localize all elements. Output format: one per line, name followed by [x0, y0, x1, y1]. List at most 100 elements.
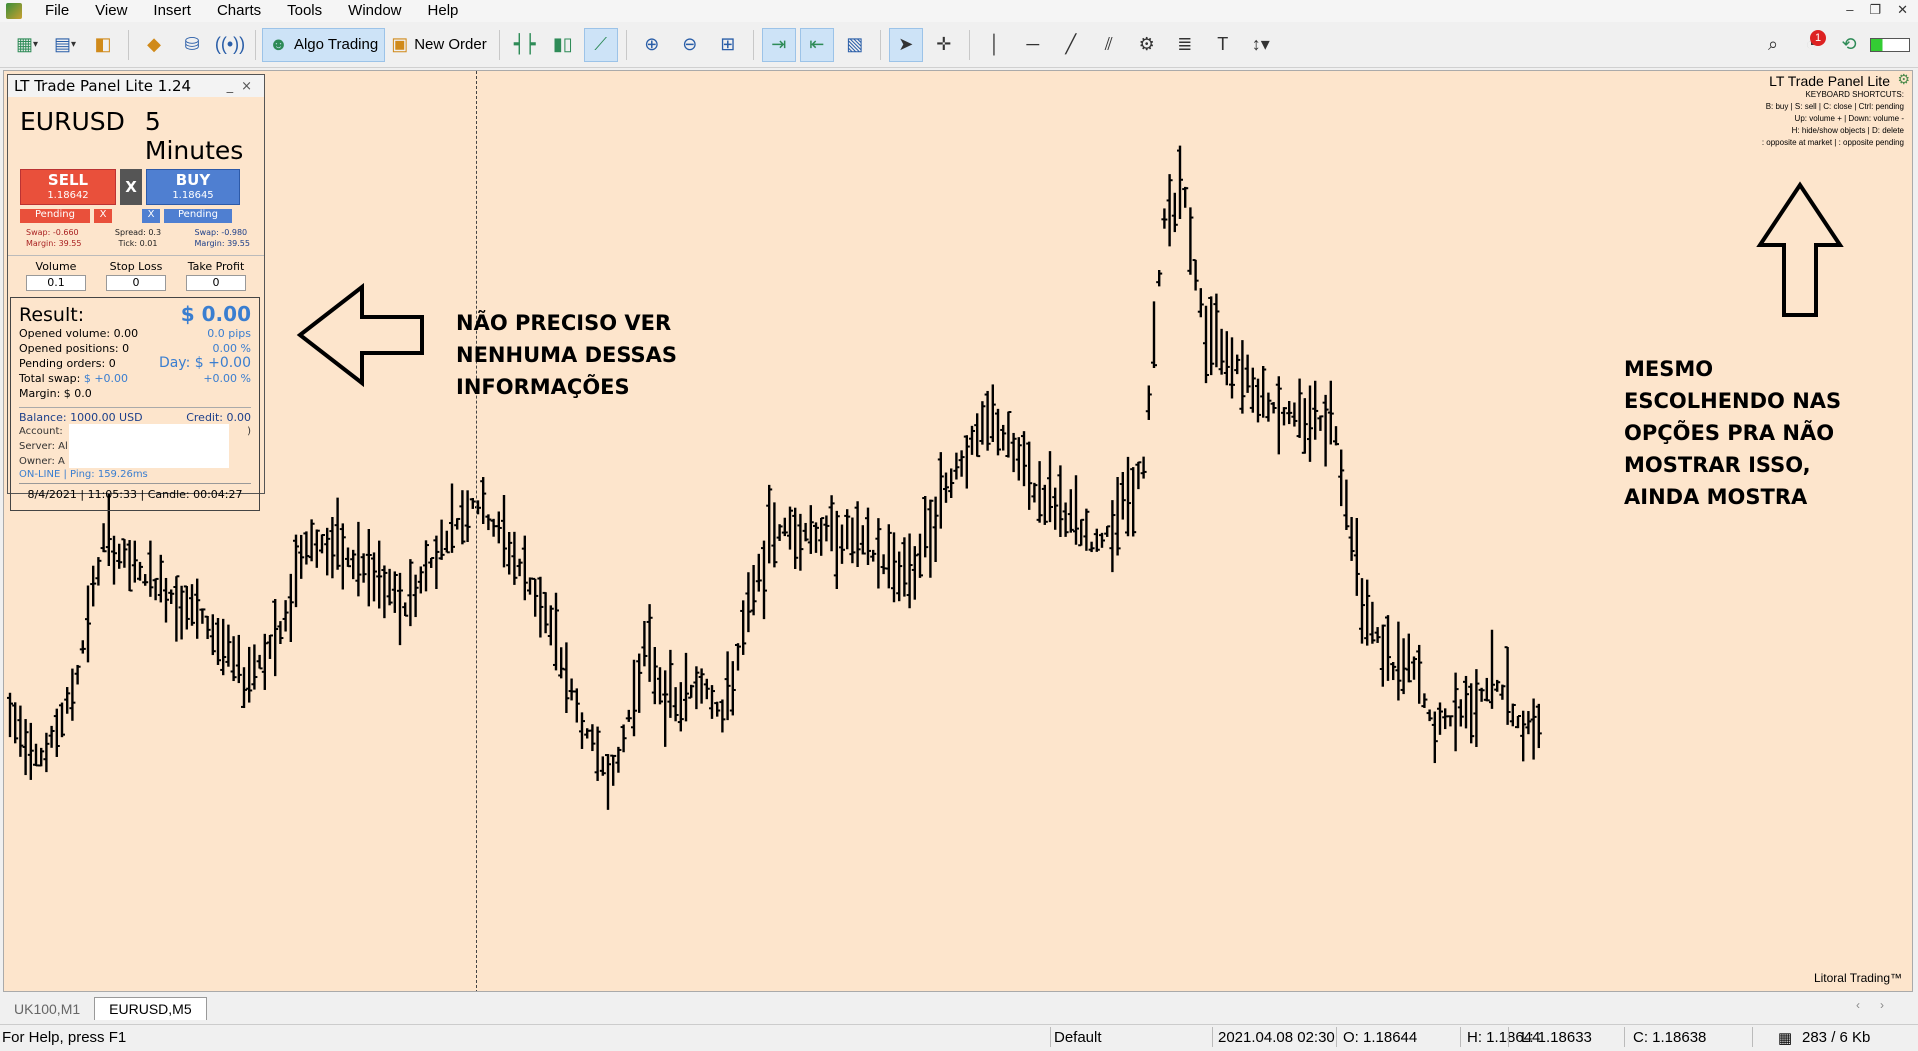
menu-window[interactable]: Window: [337, 0, 416, 22]
ohlc-bar: [807, 505, 814, 554]
data-window-icon[interactable]: ⛁: [175, 28, 209, 62]
strategy-tester-icon[interactable]: ◆: [137, 28, 171, 62]
pending-buy-button[interactable]: Pending: [164, 209, 232, 223]
ohlc-bar: [313, 529, 320, 568]
ohlc-bar: [131, 540, 138, 583]
ohlc-bar: [490, 518, 497, 537]
tab-uk100[interactable]: UK100,M1: [0, 998, 94, 1020]
right-annotation: MESMO ESCOLHENDO NAS OPÇÕES PRA NÃO MOST…: [1624, 353, 1841, 513]
cancel-sell-pending-button[interactable]: X: [94, 209, 112, 223]
price-chart[interactable]: LT Trade Panel Lite 1.24 _× EURUSD 5 Min…: [3, 70, 1913, 992]
menu-help[interactable]: Help: [417, 0, 474, 22]
autoscroll-icon[interactable]: ⇥: [761, 27, 796, 62]
templates-icon[interactable]: ▧: [838, 28, 872, 62]
bar-chart-icon[interactable]: ┥┝: [508, 28, 542, 62]
ohlc-bar: [376, 540, 383, 609]
menu-insert[interactable]: Insert: [142, 0, 206, 22]
algo-trading-button[interactable]: ☻ Algo Trading: [262, 27, 386, 62]
algo-trading-label: Algo Trading: [293, 36, 379, 53]
takeprofit-input[interactable]: 0: [186, 275, 246, 291]
crosshair-icon[interactable]: ✛: [927, 28, 961, 62]
ohlc-bar: [350, 549, 357, 580]
ohlc-bar: [605, 754, 611, 810]
ohlc-bar: [1525, 711, 1532, 735]
restore-icon[interactable]: ❐: [1869, 2, 1881, 18]
chart-shift-icon[interactable]: ⇤: [799, 27, 834, 62]
ohlc-bar: [501, 494, 507, 568]
close-icon[interactable]: ✕: [1897, 2, 1908, 18]
tick-value: Tick: 0.01: [118, 239, 158, 248]
fibonacci-icon[interactable]: ⚙: [1130, 28, 1164, 62]
new-order-button[interactable]: ▣ New Order: [385, 28, 493, 62]
cancel-buy-pending-button[interactable]: X: [142, 209, 160, 223]
candlestick-icon[interactable]: ▮▯: [546, 28, 580, 62]
ohlc-bar: [1177, 145, 1183, 220]
ohlc-bar: [750, 565, 757, 616]
ohlc-bar: [1203, 305, 1209, 384]
ohlc-bar: [906, 533, 913, 609]
panel-minimize-icon[interactable]: _: [227, 79, 242, 94]
fibo-fan-icon[interactable]: ≣: [1168, 28, 1202, 62]
tab-prev-icon[interactable]: ‹: [1856, 998, 1880, 1012]
line-chart-icon[interactable]: ⟋: [583, 27, 618, 62]
ohlc-bar: [43, 732, 50, 773]
vertical-line-icon[interactable]: │: [978, 28, 1012, 62]
ohlc-bar: [345, 547, 351, 568]
text-icon[interactable]: T: [1206, 28, 1240, 62]
ohlc-bar: [828, 495, 835, 552]
horizontal-line-icon[interactable]: ─: [1016, 28, 1050, 62]
ohlc-bar: [1395, 621, 1402, 701]
traffic-stats: 283 / 6 Kb: [1802, 1029, 1871, 1046]
menu-view[interactable]: View: [84, 0, 142, 22]
arrows-icon[interactable]: ↕▾: [1244, 28, 1278, 62]
menu-file[interactable]: File: [34, 0, 84, 22]
new-chart-icon[interactable]: ▦ ▾: [10, 28, 44, 62]
signals-icon[interactable]: ((•)): [213, 28, 247, 62]
tile-windows-icon[interactable]: ⊞: [711, 28, 745, 62]
notifications-icon[interactable]: ◔ 1: [1794, 28, 1828, 62]
shortcuts-line: H: hide/show objects | D: delete: [1791, 126, 1904, 135]
menu-charts[interactable]: Charts: [206, 0, 276, 22]
ohlc-bar: [833, 510, 840, 589]
ohlc-bar: [719, 699, 726, 733]
settings-gear-icon[interactable]: ⚙: [1897, 71, 1910, 88]
tab-eurusd[interactable]: EURUSD,M5: [94, 997, 207, 1020]
ohlc-bar: [761, 540, 767, 620]
ohlc-bar: [1390, 661, 1397, 681]
ohlc-bar: [547, 605, 554, 646]
ohlc-bar: [204, 615, 211, 640]
volume-label: Volume: [35, 260, 77, 273]
trendline-icon[interactable]: ╱: [1054, 28, 1088, 62]
ohlc-bar: [1291, 402, 1298, 427]
ohlc-bar: [724, 651, 731, 721]
ohlc-bar: [516, 558, 523, 577]
zoom-out-icon[interactable]: ⊖: [673, 28, 707, 62]
ohlc-bar: [932, 496, 939, 562]
ohlc-bar: [1010, 432, 1017, 473]
sell-button[interactable]: SELL 1.18642: [20, 169, 116, 205]
ohlc-bar: [813, 522, 819, 553]
minimize-icon[interactable]: –: [1846, 2, 1853, 18]
search-icon[interactable]: ⌕: [1756, 28, 1790, 62]
profiles-icon[interactable]: ▤ ▾: [48, 28, 82, 62]
buy-button[interactable]: BUY 1.18645: [146, 169, 240, 205]
channel-icon[interactable]: ⫽: [1092, 28, 1126, 62]
signal-level-icon[interactable]: ⟲: [1832, 28, 1866, 62]
result-label: Result:: [19, 304, 85, 326]
market-watch-icon[interactable]: ◧: [86, 28, 120, 62]
ohlc-bar: [163, 577, 169, 623]
pending-sell-button[interactable]: Pending: [20, 209, 90, 223]
ohlc-bar: [610, 754, 617, 786]
cursor-icon[interactable]: ➤: [888, 27, 923, 62]
ohlc-bar: [1431, 711, 1438, 764]
tab-next-icon[interactable]: ›: [1880, 998, 1904, 1012]
menu-tools[interactable]: Tools: [276, 0, 337, 22]
panel-clock: 8/4/2021 | 11:05:33 | Candle: 00:04:27: [27, 488, 243, 501]
zoom-in-icon[interactable]: ⊕: [635, 28, 669, 62]
panel-close-icon[interactable]: ×: [241, 79, 260, 94]
volume-input[interactable]: 0.1: [26, 275, 86, 291]
ohlc-bar: [194, 578, 201, 639]
stoploss-input[interactable]: 0: [106, 275, 166, 291]
close-all-button[interactable]: X: [120, 169, 142, 205]
ohlc-bar: [943, 472, 949, 503]
